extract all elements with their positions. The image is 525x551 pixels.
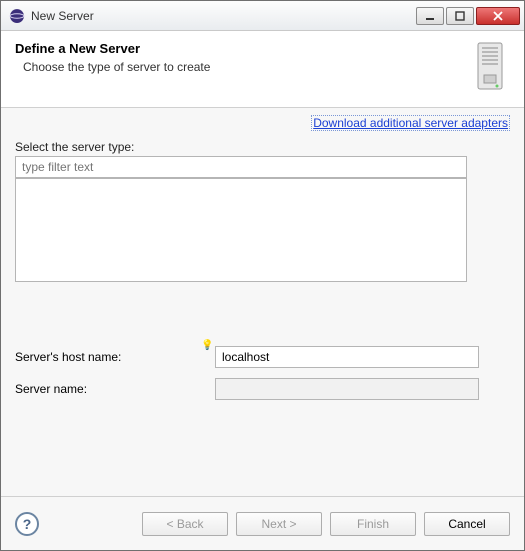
window-title: New Server (31, 9, 416, 23)
host-name-label: Server's host name: (15, 350, 215, 364)
server-name-label: Server name: (15, 382, 215, 396)
spacer (15, 282, 510, 336)
server-tower-icon (470, 41, 510, 93)
finish-button[interactable]: Finish (330, 512, 416, 536)
new-server-dialog: New Server Define a New Server Choose th… (0, 0, 525, 551)
close-button[interactable] (476, 7, 520, 25)
eclipse-icon (9, 8, 25, 24)
button-row: < Back Next > Finish Cancel (142, 512, 510, 536)
window-buttons (416, 7, 520, 25)
help-button[interactable]: ? (15, 512, 39, 536)
wizard-body: Download additional server adapters Sele… (1, 108, 524, 496)
host-name-row: Server's host name: 💡 (15, 346, 510, 368)
link-row: Download additional server adapters (15, 116, 510, 130)
wizard-footer: ? < Back Next > Finish Cancel (1, 496, 524, 550)
banner-title: Define a New Server (15, 41, 462, 56)
banner-text: Define a New Server Choose the type of s… (15, 41, 462, 74)
maximize-button[interactable] (446, 7, 474, 25)
filter-input[interactable] (15, 156, 467, 178)
help-icon: ? (23, 516, 32, 532)
titlebar[interactable]: New Server (1, 1, 524, 31)
server-name-row: Server name: (15, 378, 510, 400)
download-adapters-link[interactable]: Download additional server adapters (311, 115, 510, 131)
server-type-list[interactable] (15, 178, 467, 282)
back-button[interactable]: < Back (142, 512, 228, 536)
next-button[interactable]: Next > (236, 512, 322, 536)
server-name-input[interactable] (215, 378, 479, 400)
wizard-banner: Define a New Server Choose the type of s… (1, 31, 524, 108)
host-name-input[interactable] (215, 346, 479, 368)
select-type-label: Select the server type: (15, 140, 510, 154)
cancel-button[interactable]: Cancel (424, 512, 510, 536)
banner-subtitle: Choose the type of server to create (23, 60, 462, 74)
minimize-button[interactable] (416, 7, 444, 25)
lightbulb-icon: 💡 (201, 340, 213, 351)
